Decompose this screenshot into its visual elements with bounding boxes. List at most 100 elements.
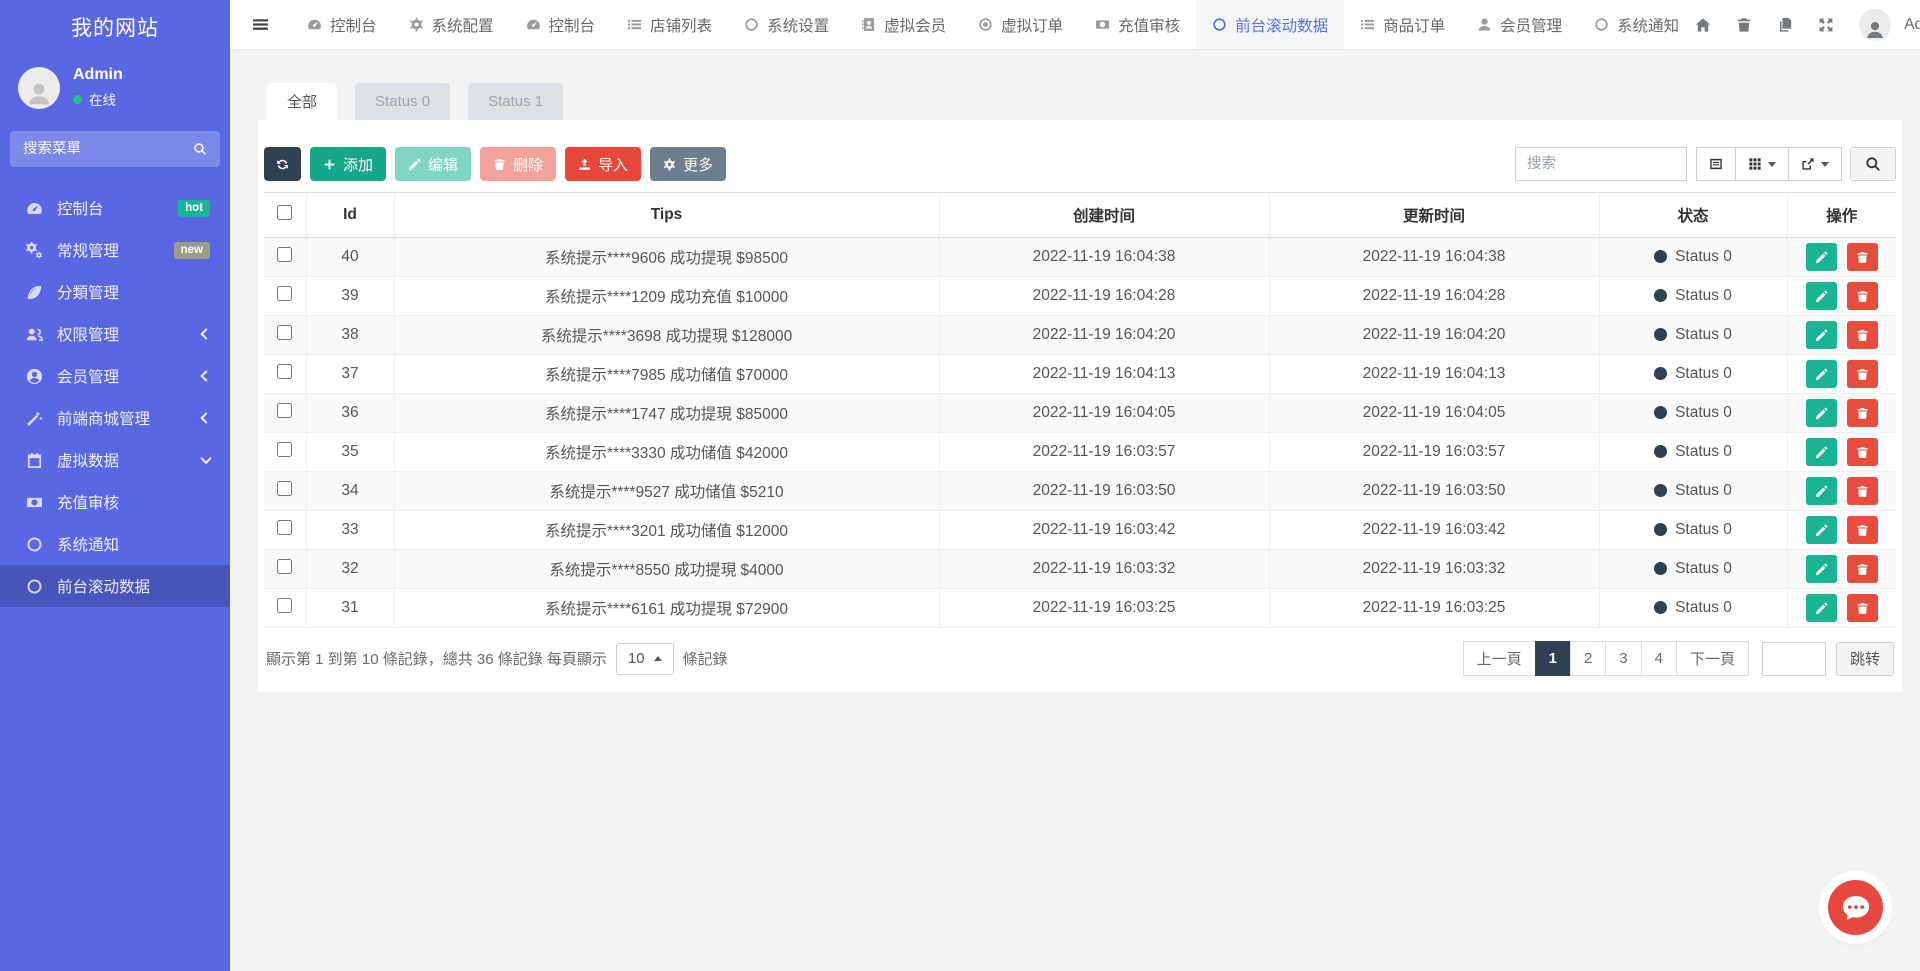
top-nav-item[interactable]: 前台滚动数据: [1196, 0, 1344, 49]
top-nav-item[interactable]: 系统配置: [393, 0, 510, 49]
pagination-button[interactable]: 1: [1535, 641, 1571, 676]
top-nav-item[interactable]: 系统设置: [728, 0, 845, 49]
fullscreen-icon[interactable]: [1818, 17, 1834, 33]
row-checkbox[interactable]: [277, 481, 292, 496]
pagination-button[interactable]: 3: [1605, 641, 1641, 676]
sidebar-item[interactable]: 充值审核: [0, 481, 230, 523]
top-nav-item[interactable]: 系统通知: [1578, 0, 1695, 49]
row-checkbox[interactable]: [277, 325, 292, 340]
avatar[interactable]: [18, 67, 60, 109]
top-nav-item[interactable]: 虚拟订单: [962, 0, 1079, 49]
row-edit-button[interactable]: [1806, 321, 1837, 349]
row-edit-button[interactable]: [1806, 399, 1837, 427]
edit-button[interactable]: 编辑: [395, 147, 471, 181]
sidebar-search-input[interactable]: [23, 141, 185, 157]
row-checkbox[interactable]: [277, 598, 292, 613]
table-search-input[interactable]: [1515, 147, 1687, 181]
row-edit-button[interactable]: [1806, 516, 1837, 544]
advanced-search-button[interactable]: [1850, 147, 1896, 181]
page-size-select[interactable]: 10: [616, 643, 674, 675]
row-delete-button[interactable]: [1847, 243, 1878, 271]
search-icon[interactable]: [193, 142, 207, 156]
table-row[interactable]: 32 系统提示****8550 成功提現 $4000 2022-11-19 16…: [264, 550, 1896, 589]
table-row[interactable]: 37 系统提示****7985 成功储值 $70000 2022-11-19 1…: [264, 355, 1896, 394]
row-delete-button[interactable]: [1847, 399, 1878, 427]
row-delete-button[interactable]: [1847, 438, 1878, 466]
row-delete-button[interactable]: [1847, 594, 1878, 622]
export-button[interactable]: [1788, 147, 1842, 181]
top-nav-item[interactable]: 商品订单: [1344, 0, 1461, 49]
pagination-button[interactable]: 上一頁: [1463, 641, 1536, 676]
trash-icon[interactable]: [1736, 17, 1752, 33]
chat-fab-button[interactable]: [1828, 880, 1883, 935]
sidebar-item[interactable]: 控制台 hot: [0, 187, 230, 229]
row-delete-button[interactable]: [1847, 321, 1878, 349]
sidebar-toggle-button[interactable]: [230, 0, 291, 49]
row-edit-button[interactable]: [1806, 243, 1837, 271]
row-delete-button[interactable]: [1847, 555, 1878, 583]
clear-cache-icon[interactable]: [1777, 17, 1793, 33]
table-row[interactable]: 33 系统提示****3201 成功储值 $12000 2022-11-19 1…: [264, 511, 1896, 550]
tab[interactable]: Status 0: [355, 83, 450, 120]
row-checkbox[interactable]: [277, 286, 292, 301]
avatar[interactable]: [1859, 9, 1891, 41]
row-edit-button[interactable]: [1806, 594, 1837, 622]
sidebar-item[interactable]: 前端商城管理: [0, 397, 230, 439]
row-checkbox[interactable]: [277, 364, 292, 379]
sidebar-item[interactable]: 常规管理 new: [0, 229, 230, 271]
sidebar-item[interactable]: 虚拟数据: [0, 439, 230, 481]
table-row[interactable]: 36 系统提示****1747 成功提現 $85000 2022-11-19 1…: [264, 394, 1896, 433]
column-header-updated[interactable]: 更新时间: [1269, 193, 1599, 238]
row-edit-button[interactable]: [1806, 438, 1837, 466]
row-delete-button[interactable]: [1847, 360, 1878, 388]
more-button[interactable]: 更多: [650, 147, 726, 181]
column-header-id[interactable]: Id: [306, 193, 394, 238]
row-delete-button[interactable]: [1847, 516, 1878, 544]
top-nav-item[interactable]: 会员管理: [1461, 0, 1578, 49]
sidebar-item[interactable]: 权限管理: [0, 313, 230, 355]
table-row[interactable]: 31 系统提示****6161 成功提現 $72900 2022-11-19 1…: [264, 589, 1896, 628]
top-nav-item[interactable]: 店铺列表: [611, 0, 728, 49]
home-icon[interactable]: [1695, 17, 1711, 33]
pagination-button[interactable]: 下一頁: [1676, 641, 1749, 676]
pagination-button[interactable]: 2: [1570, 641, 1606, 676]
row-checkbox[interactable]: [277, 520, 292, 535]
topbar-user-name[interactable]: Admin: [1904, 16, 1920, 34]
top-nav-item[interactable]: 控制台: [510, 0, 612, 49]
column-header-created[interactable]: 创建时间: [939, 193, 1269, 238]
row-checkbox[interactable]: [277, 442, 292, 457]
add-button[interactable]: 添加: [310, 147, 386, 181]
row-edit-button[interactable]: [1806, 477, 1837, 505]
column-header-tips[interactable]: Tips: [394, 193, 939, 238]
table-row[interactable]: 34 系统提示****9527 成功储值 $5210 2022-11-19 16…: [264, 472, 1896, 511]
tab[interactable]: Status 1: [468, 83, 563, 120]
row-edit-button[interactable]: [1806, 282, 1837, 310]
detail-view-button[interactable]: [1696, 147, 1736, 181]
row-delete-button[interactable]: [1847, 282, 1878, 310]
top-nav-item[interactable]: 虚拟会员: [845, 0, 962, 49]
row-edit-button[interactable]: [1806, 555, 1837, 583]
sidebar-item[interactable]: 会员管理: [0, 355, 230, 397]
row-checkbox[interactable]: [277, 247, 292, 262]
column-header-status[interactable]: 状态: [1599, 193, 1787, 238]
row-checkbox[interactable]: [277, 403, 292, 418]
page-jump-input[interactable]: [1762, 642, 1826, 676]
delete-button[interactable]: 删除: [480, 147, 556, 181]
sidebar-item[interactable]: 前台滚动数据: [0, 565, 230, 607]
import-button[interactable]: 导入: [565, 147, 641, 181]
row-checkbox[interactable]: [277, 559, 292, 574]
columns-button[interactable]: [1735, 147, 1789, 181]
tab[interactable]: 全部: [267, 83, 337, 120]
table-row[interactable]: 38 系统提示****3698 成功提現 $128000 2022-11-19 …: [264, 316, 1896, 355]
row-delete-button[interactable]: [1847, 477, 1878, 505]
top-nav-item[interactable]: 控制台: [291, 0, 393, 49]
refresh-button[interactable]: [264, 147, 301, 181]
pagination-button[interactable]: 4: [1641, 641, 1677, 676]
page-jump-button[interactable]: 跳转: [1836, 642, 1894, 676]
row-edit-button[interactable]: [1806, 360, 1837, 388]
sidebar-item[interactable]: 系统通知: [0, 523, 230, 565]
select-all-checkbox[interactable]: [277, 205, 292, 220]
table-row[interactable]: 35 系统提示****3330 成功储值 $42000 2022-11-19 1…: [264, 433, 1896, 472]
top-nav-item[interactable]: 充值审核: [1079, 0, 1196, 49]
sidebar-item[interactable]: 分類管理: [0, 271, 230, 313]
